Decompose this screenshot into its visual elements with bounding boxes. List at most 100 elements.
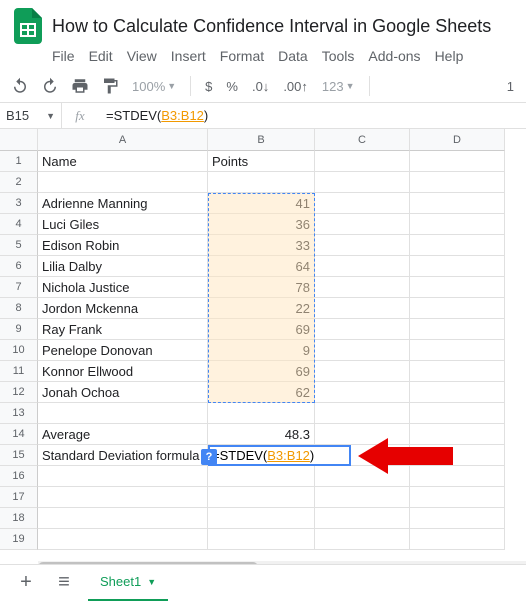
- row-header-15[interactable]: 15: [0, 445, 38, 466]
- row-header-19[interactable]: 19: [0, 529, 38, 550]
- cell-B19[interactable]: [208, 529, 315, 550]
- cell-A14[interactable]: Average: [38, 424, 208, 445]
- cell-B12[interactable]: 62: [208, 382, 315, 403]
- cell-C2[interactable]: [315, 172, 410, 193]
- increase-decimal-button[interactable]: .00↑: [279, 79, 312, 94]
- cell-D9[interactable]: [410, 319, 505, 340]
- cell-C9[interactable]: [315, 319, 410, 340]
- cell-D1[interactable]: [410, 151, 505, 172]
- document-title[interactable]: How to Calculate Confidence Interval in …: [52, 16, 491, 37]
- cell-A4[interactable]: Luci Giles: [38, 214, 208, 235]
- sheet-tab[interactable]: Sheet1▼: [88, 565, 168, 601]
- cell-D12[interactable]: [410, 382, 505, 403]
- row-header-14[interactable]: 14: [0, 424, 38, 445]
- cell-C1[interactable]: [315, 151, 410, 172]
- col-header-B[interactable]: B: [208, 129, 315, 151]
- cell-B13[interactable]: [208, 403, 315, 424]
- cell-B16[interactable]: [208, 466, 315, 487]
- row-header-12[interactable]: 12: [0, 382, 38, 403]
- cell-B6[interactable]: 64: [208, 256, 315, 277]
- row-header-5[interactable]: 5: [0, 235, 38, 256]
- col-header-A[interactable]: A: [38, 129, 208, 151]
- cell-A16[interactable]: [38, 466, 208, 487]
- menu-view[interactable]: View: [127, 48, 157, 64]
- cell-C10[interactable]: [315, 340, 410, 361]
- cell-A17[interactable]: [38, 487, 208, 508]
- zoom-select[interactable]: 100%▼: [128, 79, 180, 94]
- cell-B17[interactable]: [208, 487, 315, 508]
- cell-D15[interactable]: [410, 445, 505, 466]
- cell-D14[interactable]: [410, 424, 505, 445]
- menu-file[interactable]: File: [52, 48, 75, 64]
- cell-C6[interactable]: [315, 256, 410, 277]
- cell-D3[interactable]: [410, 193, 505, 214]
- name-box[interactable]: B15▼: [0, 103, 62, 128]
- cell-C7[interactable]: [315, 277, 410, 298]
- all-sheets-button[interactable]: ≡: [50, 569, 78, 597]
- redo-button[interactable]: [38, 74, 62, 98]
- decrease-decimal-button[interactable]: .0↓: [248, 79, 273, 94]
- menu-data[interactable]: Data: [278, 48, 308, 64]
- cell-D2[interactable]: [410, 172, 505, 193]
- percent-button[interactable]: %: [222, 79, 242, 94]
- menu-edit[interactable]: Edit: [89, 48, 113, 64]
- row-header-8[interactable]: 8: [0, 298, 38, 319]
- cell-C16[interactable]: [315, 466, 410, 487]
- undo-button[interactable]: [8, 74, 32, 98]
- cell-B2[interactable]: [208, 172, 315, 193]
- cell-C11[interactable]: [315, 361, 410, 382]
- cell-B7[interactable]: 78: [208, 277, 315, 298]
- col-header-D[interactable]: D: [410, 129, 505, 151]
- cell-D10[interactable]: [410, 340, 505, 361]
- row-header-17[interactable]: 17: [0, 487, 38, 508]
- cell-C17[interactable]: [315, 487, 410, 508]
- cell-B8[interactable]: 22: [208, 298, 315, 319]
- row-header-2[interactable]: 2: [0, 172, 38, 193]
- cell-D18[interactable]: [410, 508, 505, 529]
- menu-tools[interactable]: Tools: [322, 48, 355, 64]
- cell-A5[interactable]: Edison Robin: [38, 235, 208, 256]
- cell-C18[interactable]: [315, 508, 410, 529]
- formula-help-icon[interactable]: ?: [201, 449, 217, 465]
- menu-format[interactable]: Format: [220, 48, 264, 64]
- cell-A2[interactable]: [38, 172, 208, 193]
- cell-A1[interactable]: Name: [38, 151, 208, 172]
- row-header-11[interactable]: 11: [0, 361, 38, 382]
- cell-C8[interactable]: [315, 298, 410, 319]
- cell-A9[interactable]: Ray Frank: [38, 319, 208, 340]
- cell-A8[interactable]: Jordon Mckenna: [38, 298, 208, 319]
- add-sheet-button[interactable]: +: [12, 569, 40, 597]
- cell-A6[interactable]: Lilia Dalby: [38, 256, 208, 277]
- row-header-1[interactable]: 1: [0, 151, 38, 172]
- cell-A13[interactable]: [38, 403, 208, 424]
- cell-A7[interactable]: Nichola Justice: [38, 277, 208, 298]
- menu-insert[interactable]: Insert: [171, 48, 206, 64]
- cell-B3[interactable]: 41: [208, 193, 315, 214]
- cell-C13[interactable]: [315, 403, 410, 424]
- cell-C12[interactable]: [315, 382, 410, 403]
- cell-A11[interactable]: Konnor Ellwood: [38, 361, 208, 382]
- row-header-10[interactable]: 10: [0, 340, 38, 361]
- cell-D7[interactable]: [410, 277, 505, 298]
- select-all-corner[interactable]: [0, 129, 38, 151]
- cell-B4[interactable]: 36: [208, 214, 315, 235]
- currency-button[interactable]: $: [201, 79, 216, 94]
- row-header-16[interactable]: 16: [0, 466, 38, 487]
- cell-A10[interactable]: Penelope Donovan: [38, 340, 208, 361]
- cell-A15[interactable]: Standard Deviation formula: [38, 445, 208, 466]
- cell-B14[interactable]: 48.3: [208, 424, 315, 445]
- cell-C5[interactable]: [315, 235, 410, 256]
- cell-B18[interactable]: [208, 508, 315, 529]
- number-format-select[interactable]: 123▼: [318, 79, 359, 94]
- row-header-3[interactable]: 3: [0, 193, 38, 214]
- cell-D5[interactable]: [410, 235, 505, 256]
- spreadsheet-grid[interactable]: ABCD 1NamePoints23Adrienne Manning414Luc…: [0, 129, 526, 609]
- cell-C14[interactable]: [315, 424, 410, 445]
- menu-help[interactable]: Help: [435, 48, 464, 64]
- menu-add-ons[interactable]: Add-ons: [368, 48, 420, 64]
- cell-C4[interactable]: [315, 214, 410, 235]
- cell-B9[interactable]: 69: [208, 319, 315, 340]
- row-header-6[interactable]: 6: [0, 256, 38, 277]
- cell-B10[interactable]: 9: [208, 340, 315, 361]
- cell-A18[interactable]: [38, 508, 208, 529]
